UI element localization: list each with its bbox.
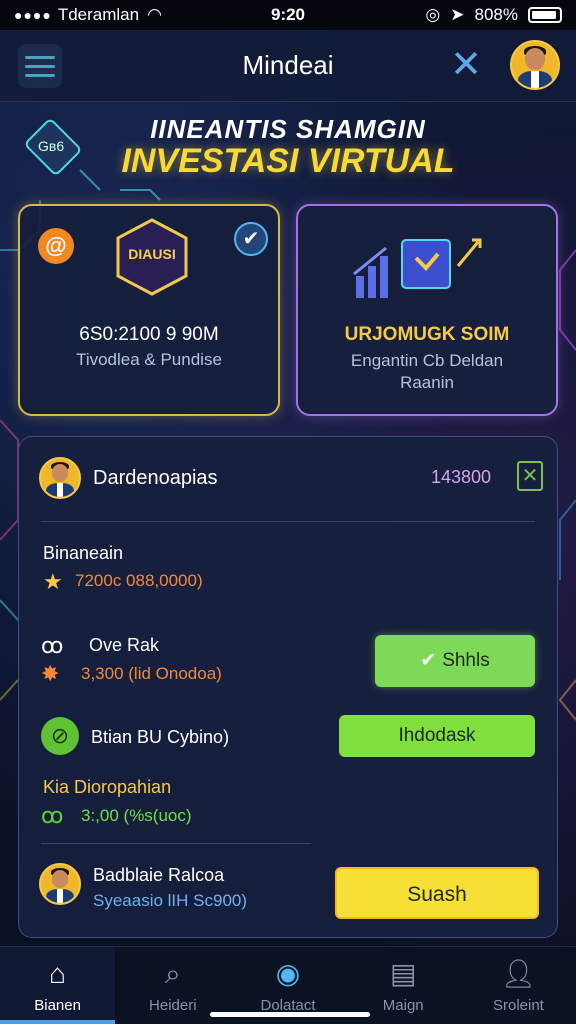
contact-avatar[interactable] — [39, 863, 81, 905]
home-icon: ⌂ — [49, 958, 67, 989]
nav-item-home[interactable]: ⌂ Bianen — [0, 947, 116, 1024]
row-title: Btian BU Cybino) — [91, 727, 230, 747]
user-avatar[interactable] — [39, 457, 81, 499]
avatar-shirt — [56, 482, 64, 497]
divider — [41, 843, 311, 844]
row-title: Kia Dioropahian — [43, 777, 172, 797]
button-label: Shhls — [442, 650, 490, 671]
news-icon: ▤ — [389, 958, 417, 989]
badge-label: DIAUSI — [128, 246, 176, 262]
battery-icon — [528, 7, 562, 23]
suash-button[interactable]: Suash — [335, 867, 539, 919]
balance: 143800 — [431, 467, 492, 487]
divider — [41, 521, 535, 522]
profile-avatar[interactable] — [510, 40, 560, 90]
hero-title: INVESTASI VIRTUAL — [121, 142, 455, 180]
avatar-face — [51, 870, 69, 888]
user-icon: 👤︎ — [500, 958, 537, 989]
row-value: 7200c 088,0000) — [75, 571, 203, 591]
account-panel: Dardenoapias 143800 ✕ Binaneain ★ 7200c … — [18, 436, 558, 938]
signal-icon: ●●●● — [14, 7, 52, 23]
nav-label: Bianen — [34, 997, 81, 1014]
location-icon: ➤ — [450, 5, 465, 24]
coin-icon: @ — [38, 228, 74, 264]
row-value: 3:,00 (%s(uoc) — [81, 806, 192, 825]
battery-percent: 808% — [474, 5, 518, 24]
card-description: Engantin Cb Deldan Raanin — [350, 351, 504, 392]
user-name: Dardenoapias — [93, 467, 218, 489]
check-icon[interactable]: ✔ — [234, 222, 268, 256]
close-button[interactable]: ✕ — [448, 46, 484, 84]
lock-rotation-icon: ◎ — [425, 5, 441, 24]
ihdodask-button[interactable]: Ihdodask — [339, 715, 535, 757]
home-indicator — [210, 1012, 370, 1017]
status-bar: ●●●● Tderamlan ◠ 9:20 ◎ ➤ 808% — [0, 0, 576, 30]
investment-card-gold[interactable]: @ DIAUSI ✔ 6S0:2100 9 90M Tivodlea & Pun… — [18, 204, 280, 416]
star-icon: ★ — [43, 569, 63, 594]
page-title: Mindeai — [242, 50, 334, 80]
hero-subtitle: IINEANTIS SHAMGIN — [150, 114, 426, 144]
card-amount: URJOMUGK SOIM — [344, 324, 510, 345]
row-title: Ove Rak — [89, 635, 160, 655]
avatar-shirt — [531, 70, 539, 88]
binoculars-icon: ꝏ — [41, 633, 64, 658]
row-value: 3,300 (lid Onodoa) — [81, 664, 222, 683]
growth-chart-icon — [353, 238, 482, 298]
card-amount: 6S0:2100 9 90M — [79, 324, 219, 345]
row-title: Binaneain — [43, 543, 124, 563]
splat-icon: ✸ — [41, 661, 60, 686]
avatar-face — [524, 48, 546, 70]
chip-label: Gʙ6 — [38, 138, 65, 154]
panel-close-button[interactable]: ✕ — [517, 461, 543, 491]
row-value-text: 7200c 088,0000) — [75, 571, 203, 590]
app-header: Mindeai ✕ — [0, 30, 576, 102]
wifi-icon: ◠ — [147, 5, 162, 24]
shhls-button[interactable]: ✔ Shhls — [375, 635, 535, 687]
nav-item-profile[interactable]: 👤︎ Sroleint — [461, 947, 576, 1024]
check-icon: ✔ — [420, 650, 437, 671]
investment-card-purple[interactable]: URJOMUGK SOIM Engantin Cb Deldan Raanin — [296, 204, 558, 416]
row-title: Badblaie Ralcoa — [93, 865, 225, 885]
avatar-shirt — [56, 888, 64, 903]
avatar-face — [51, 464, 69, 482]
nav-label: Sroleint — [492, 997, 544, 1014]
carrier-name: Tderamlan — [57, 5, 140, 24]
row-value: Syeaasio lIH Sc900) — [93, 891, 248, 910]
scan-icon: ◉ — [275, 958, 301, 989]
card-description: Tivodlea & Pundise — [76, 350, 222, 369]
link-icon: ꝏ — [41, 803, 64, 828]
leaf-icon: ⊘ — [41, 717, 79, 755]
search-icon: ⌕ — [164, 958, 181, 989]
clock: 9:20 — [270, 5, 306, 24]
